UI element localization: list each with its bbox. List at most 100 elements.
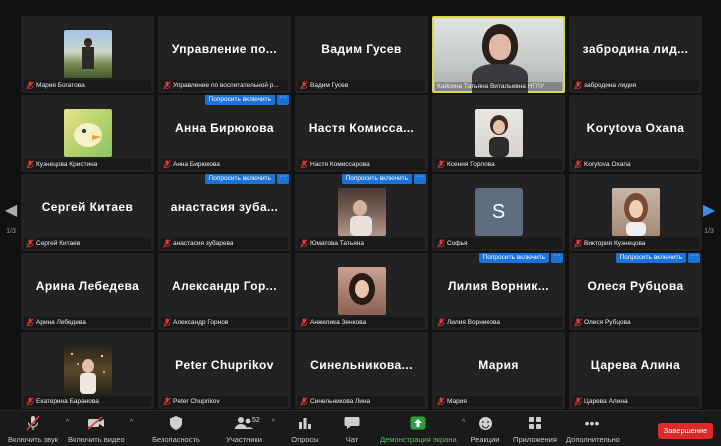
participant-tile[interactable]: Ксения Горлова xyxy=(432,95,565,172)
mic-muted-icon xyxy=(26,415,40,431)
participant-display-name: Царева Алина xyxy=(590,358,681,372)
end-meeting-button[interactable]: Завершение xyxy=(658,423,713,439)
mic-muted-icon xyxy=(574,81,582,90)
reactions-label: Реакции xyxy=(470,435,500,444)
start-video-label: Включить видео xyxy=(68,435,125,444)
participant-name: Peter Chuprikov xyxy=(173,398,220,405)
ask-to-unmute-button[interactable]: Попросить включить xyxy=(615,253,686,263)
more-options-button[interactable]: ··· xyxy=(688,253,700,263)
mic-muted-icon xyxy=(574,318,582,327)
participants-icon xyxy=(235,417,253,429)
participant-tile[interactable]: Настя Комисса... Настя Комиссарова xyxy=(295,95,428,172)
participant-label: Олеся Рубцова xyxy=(572,317,699,328)
participant-tile[interactable]: Мария Мария xyxy=(432,332,565,409)
participant-tile[interactable]: Екатерина Баранова xyxy=(21,332,154,409)
more-options-button[interactable]: ··· xyxy=(277,174,289,184)
ask-to-unmute-button[interactable]: Попросить включить xyxy=(478,253,549,263)
participant-label: Сергей Китаев xyxy=(24,238,151,249)
participant-tile[interactable]: забродина лид... забродина лидия xyxy=(569,16,702,93)
participant-tile[interactable]: Виктория Кузнецова xyxy=(569,174,702,251)
participant-tile[interactable]: Управление по... Управление по воспитате… xyxy=(158,16,291,93)
polls-button[interactable]: Опросы xyxy=(288,414,322,444)
mic-muted-icon xyxy=(26,160,34,169)
participant-display-name: анастасия зуба... xyxy=(170,200,279,214)
participant-display-name: забродина лид... xyxy=(582,42,689,56)
participant-label: Царева Алина xyxy=(572,396,699,407)
unmute-label: Включить звук xyxy=(7,435,59,444)
participant-name: Мария xyxy=(447,398,467,405)
participant-label: Ксения Горлова xyxy=(435,159,562,170)
mic-muted-icon xyxy=(163,160,171,169)
participant-name: Виктория Кузнецова xyxy=(584,240,646,247)
mic-muted-icon xyxy=(574,397,582,406)
mic-muted-icon xyxy=(26,239,34,248)
participant-name: Настя Комиссарова xyxy=(310,161,370,168)
participants-button[interactable]: Участники 52 ^ xyxy=(222,414,275,444)
participant-tile-active-speaker[interactable]: Кайсина Татьяна Витальевна НГЛУ xyxy=(432,16,565,93)
unmute-button[interactable]: Включить звук ^ xyxy=(6,414,69,444)
participant-display-name: Лилия Ворник... xyxy=(447,279,550,293)
reactions-button[interactable]: Реакции xyxy=(470,414,500,444)
video-off-icon xyxy=(87,416,104,430)
participant-tile[interactable]: Попросить включить ··· Олеся Рубцова Оле… xyxy=(569,253,702,330)
previous-page-button[interactable]: ◀ 1/3 xyxy=(2,200,20,235)
participant-label: Кузнецова Кристина xyxy=(24,159,151,170)
start-video-button[interactable]: Включить видео ^ xyxy=(68,414,133,444)
participant-tile[interactable]: Попросить включить ··· Анна Бирюкова Анн… xyxy=(158,95,291,172)
more-options-button[interactable]: ··· xyxy=(414,174,426,184)
more-button[interactable]: ••• Дополнительно xyxy=(566,414,620,444)
participant-display-name: Мария xyxy=(478,358,519,372)
participant-label: Юматова Татьяна xyxy=(298,238,425,249)
participant-tile[interactable]: Царева Алина Царева Алина xyxy=(569,332,702,409)
share-screen-label: Демонстрация экрана xyxy=(380,435,457,444)
participant-name: Кайсина Татьяна Витальевна НГЛУ xyxy=(437,83,544,90)
chevron-up-icon[interactable]: ^ xyxy=(462,419,465,426)
participant-tile[interactable]: Попросить включить ··· анастасия зуба...… xyxy=(158,174,291,251)
ask-to-unmute-button[interactable]: Попросить включить xyxy=(341,174,412,184)
security-label: Безопасность xyxy=(152,435,200,444)
participant-tile[interactable]: Попросить включить ··· Юматова Татьяна xyxy=(295,174,428,251)
more-options-button[interactable]: ··· xyxy=(551,253,563,263)
participant-name: Ксения Горлова xyxy=(447,161,495,168)
participant-name: Кузнецова Кристина xyxy=(36,161,98,168)
mic-muted-icon xyxy=(300,160,308,169)
gallery-grid: Мария Богатова Управление по... Управлен… xyxy=(21,16,702,409)
participant-tile[interactable]: Анжелика Зенкова xyxy=(295,253,428,330)
participant-name: Мария Богатова xyxy=(36,82,85,89)
chevron-up-icon[interactable]: ^ xyxy=(272,419,275,426)
apps-button[interactable]: Приложения xyxy=(512,414,558,444)
participant-display-name: Сергей Китаев xyxy=(41,200,134,214)
chat-label: Чат xyxy=(345,435,359,444)
participant-photo xyxy=(474,109,523,157)
participant-tile[interactable]: Попросить включить ··· Лилия Ворник... Л… xyxy=(432,253,565,330)
participant-tile[interactable]: Вадим Гусев Вадим Гусев xyxy=(295,16,428,93)
share-screen-button[interactable]: Демонстрация экрана ^ xyxy=(380,414,465,444)
participant-label: Александр Горнов xyxy=(161,317,288,328)
more-options-button[interactable]: ··· xyxy=(277,95,289,105)
mic-muted-icon xyxy=(437,239,445,248)
participant-tile[interactable]: Синельникова... Синельникова Лина xyxy=(295,332,428,409)
meeting-toolbar: Включить звук ^ Включить видео ^ Безопас… xyxy=(0,410,721,446)
participant-tile[interactable]: Korуtova Oxana Korуtova Oxana xyxy=(569,95,702,172)
participant-tile[interactable]: Кузнецова Кристина xyxy=(21,95,154,172)
mic-muted-icon xyxy=(163,397,171,406)
participant-display-name: Синельникова... xyxy=(310,358,413,372)
chevron-up-icon[interactable]: ^ xyxy=(130,419,133,426)
participant-photo xyxy=(63,109,112,157)
participant-label: Korуtova Oxana xyxy=(572,159,699,170)
participant-tile[interactable]: Александр Гор... Александр Горнов xyxy=(158,253,291,330)
participant-tile[interactable]: Сергей Китаев Сергей Китаев xyxy=(21,174,154,251)
participant-tile[interactable]: Мария Богатова xyxy=(21,16,154,93)
chevron-right-icon: ▶ xyxy=(702,202,716,219)
polls-label: Опросы xyxy=(291,435,319,444)
polls-icon xyxy=(299,418,311,429)
next-page-button[interactable]: ▶ 1/3 xyxy=(700,200,718,235)
participant-tile[interactable]: S Софья xyxy=(432,174,565,251)
ask-to-unmute-button[interactable]: Попросить включить xyxy=(204,174,275,184)
security-button[interactable]: Безопасность xyxy=(150,414,202,444)
mic-muted-icon xyxy=(163,318,171,327)
participant-tile[interactable]: Peter Chuprikov Peter Chuprikov xyxy=(158,332,291,409)
chat-button[interactable]: Чат xyxy=(337,414,367,444)
participant-tile[interactable]: Арина Лебедева Арина Лебедева xyxy=(21,253,154,330)
ask-to-unmute-button[interactable]: Попросить включить xyxy=(204,95,275,105)
